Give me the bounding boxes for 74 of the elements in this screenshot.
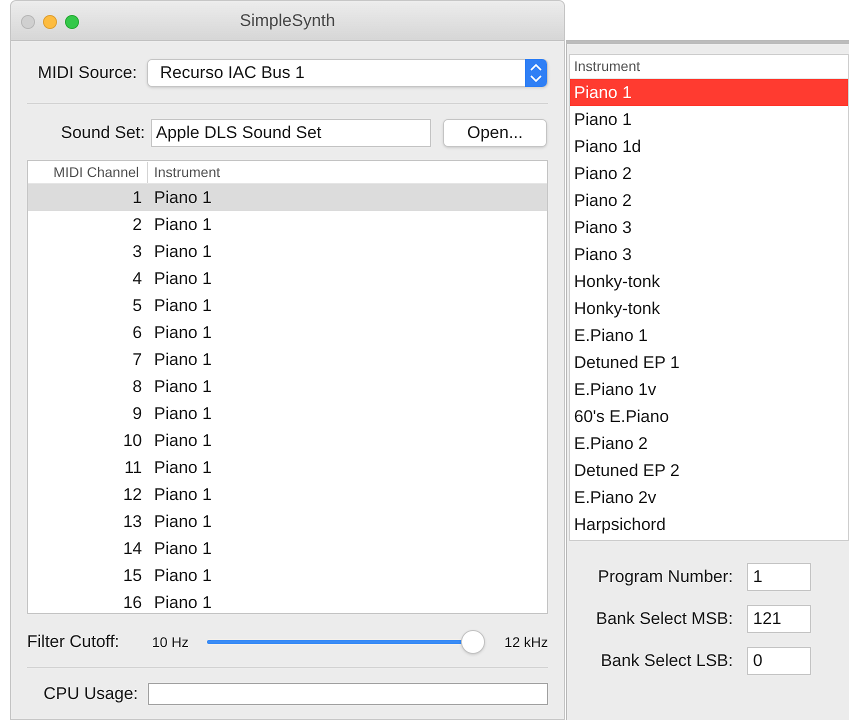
column-header[interactable]: MIDI Channel xyxy=(28,162,148,182)
instrument-name: Piano 1 xyxy=(153,538,212,560)
column-header[interactable]: Instrument xyxy=(570,56,640,77)
field-label: Bank Select MSB: xyxy=(594,608,734,630)
instrument-name: Piano 1 xyxy=(153,564,212,587)
channel-number: 13 xyxy=(122,510,143,533)
instrument-item[interactable]: Honky-tonk xyxy=(570,268,848,295)
open-button[interactable]: Open... xyxy=(443,119,547,147)
channel-number: 2 xyxy=(132,214,143,236)
cpu-usage-label: CPU Usage: xyxy=(42,683,139,706)
midi-source-label: MIDI Source: xyxy=(36,62,138,84)
instrument-item[interactable]: E.Piano 2v xyxy=(570,484,848,511)
channel-number: 16 xyxy=(122,592,143,613)
instrument-item[interactable]: 60's E.Piano xyxy=(570,403,848,430)
instrument-item[interactable]: E.Piano 2 xyxy=(570,430,848,457)
instrument-name: Piano 1 xyxy=(153,186,212,209)
window-title: SimpleSynth xyxy=(240,10,336,32)
input-field[interactable]: 1 xyxy=(747,563,811,591)
minimize-button[interactable] xyxy=(43,15,57,29)
channel-number: 14 xyxy=(122,538,143,560)
input-field[interactable]: 121 xyxy=(747,605,811,633)
instrument-item[interactable]: Piano 1 xyxy=(570,79,848,106)
instrument-item[interactable]: Piano 3 xyxy=(570,241,848,268)
table-row[interactable]: 1 Piano 1 xyxy=(28,184,547,211)
slider-max-label: 12 kHz xyxy=(504,632,548,652)
close-button[interactable] xyxy=(21,15,35,29)
instrument-item[interactable]: Honky-tonk xyxy=(570,295,848,322)
field-label: Program Number: xyxy=(596,566,734,588)
channel-number: 1 xyxy=(132,186,143,209)
midi-source-dropdown[interactable]: Recurso IAC Bus 1 xyxy=(147,59,548,87)
slider-min-label: 10 Hz xyxy=(152,632,190,652)
instrument-name: Piano 1 xyxy=(153,348,212,371)
instrument-item[interactable]: Piano 2 xyxy=(570,160,848,187)
instrument-item[interactable]: Harpsichord xyxy=(570,511,848,538)
instrument-name: Piano 1 xyxy=(153,240,212,263)
instrument-name: Piano 1 xyxy=(153,322,212,344)
channel-number: 7 xyxy=(132,348,143,371)
zoom-button[interactable] xyxy=(65,15,79,29)
sound-set-label: Sound Set: xyxy=(60,122,146,144)
channel-number: 4 xyxy=(132,268,143,290)
instrument-name: Piano 1 xyxy=(153,294,212,317)
instrument-name: Piano 1 xyxy=(153,214,212,236)
channel-number: 10 xyxy=(122,430,143,452)
instrument-item[interactable]: E.Piano 1 xyxy=(570,322,848,349)
channel-number: 12 xyxy=(122,484,143,506)
instrument-name: Piano 1 xyxy=(153,484,212,506)
instrument-name: Piano 1 xyxy=(153,510,212,533)
instrument-name: Piano 1 xyxy=(153,592,212,613)
instrument-item[interactable]: Piano 1d xyxy=(570,133,848,160)
channel-number: 6 xyxy=(132,322,143,344)
instrument-name: Piano 1 xyxy=(153,456,212,479)
instrument-name: Piano 1 xyxy=(153,268,212,290)
instrument-item[interactable]: Piano 1 xyxy=(570,106,848,133)
instrument-item[interactable]: Detuned EP 1 xyxy=(570,349,848,376)
instrument-item[interactable]: Detuned EP 2 xyxy=(570,457,848,484)
channel-number: 11 xyxy=(123,456,143,479)
field-label: Bank Select LSB: xyxy=(600,650,734,672)
channel-number: 5 xyxy=(132,294,143,317)
instrument-name: Piano 1 xyxy=(153,430,212,452)
channel-number: 8 xyxy=(132,376,143,398)
input-field[interactable]: 0 xyxy=(747,647,811,675)
instrument-item[interactable]: E.Piano 1v xyxy=(570,376,848,403)
slider-thumb[interactable] xyxy=(461,630,485,654)
instrument-name: Piano 1 xyxy=(153,402,212,425)
stepper-chevrons-icon xyxy=(525,59,547,87)
sound-set-field[interactable]: Apple DLS Sound Set xyxy=(151,119,431,147)
instrument-item[interactable]: Piano 3 xyxy=(570,214,848,241)
channel-number: 3 xyxy=(132,240,143,263)
filter-cutoff-label: Filter Cutoff: xyxy=(27,631,120,654)
instrument-name: Piano 1 xyxy=(153,376,212,398)
instrument-item[interactable]: Piano 2 xyxy=(570,187,848,214)
column-header[interactable]: Instrument xyxy=(148,162,220,182)
channel-number: 9 xyxy=(132,402,143,425)
channel-number: 15 xyxy=(122,564,143,587)
